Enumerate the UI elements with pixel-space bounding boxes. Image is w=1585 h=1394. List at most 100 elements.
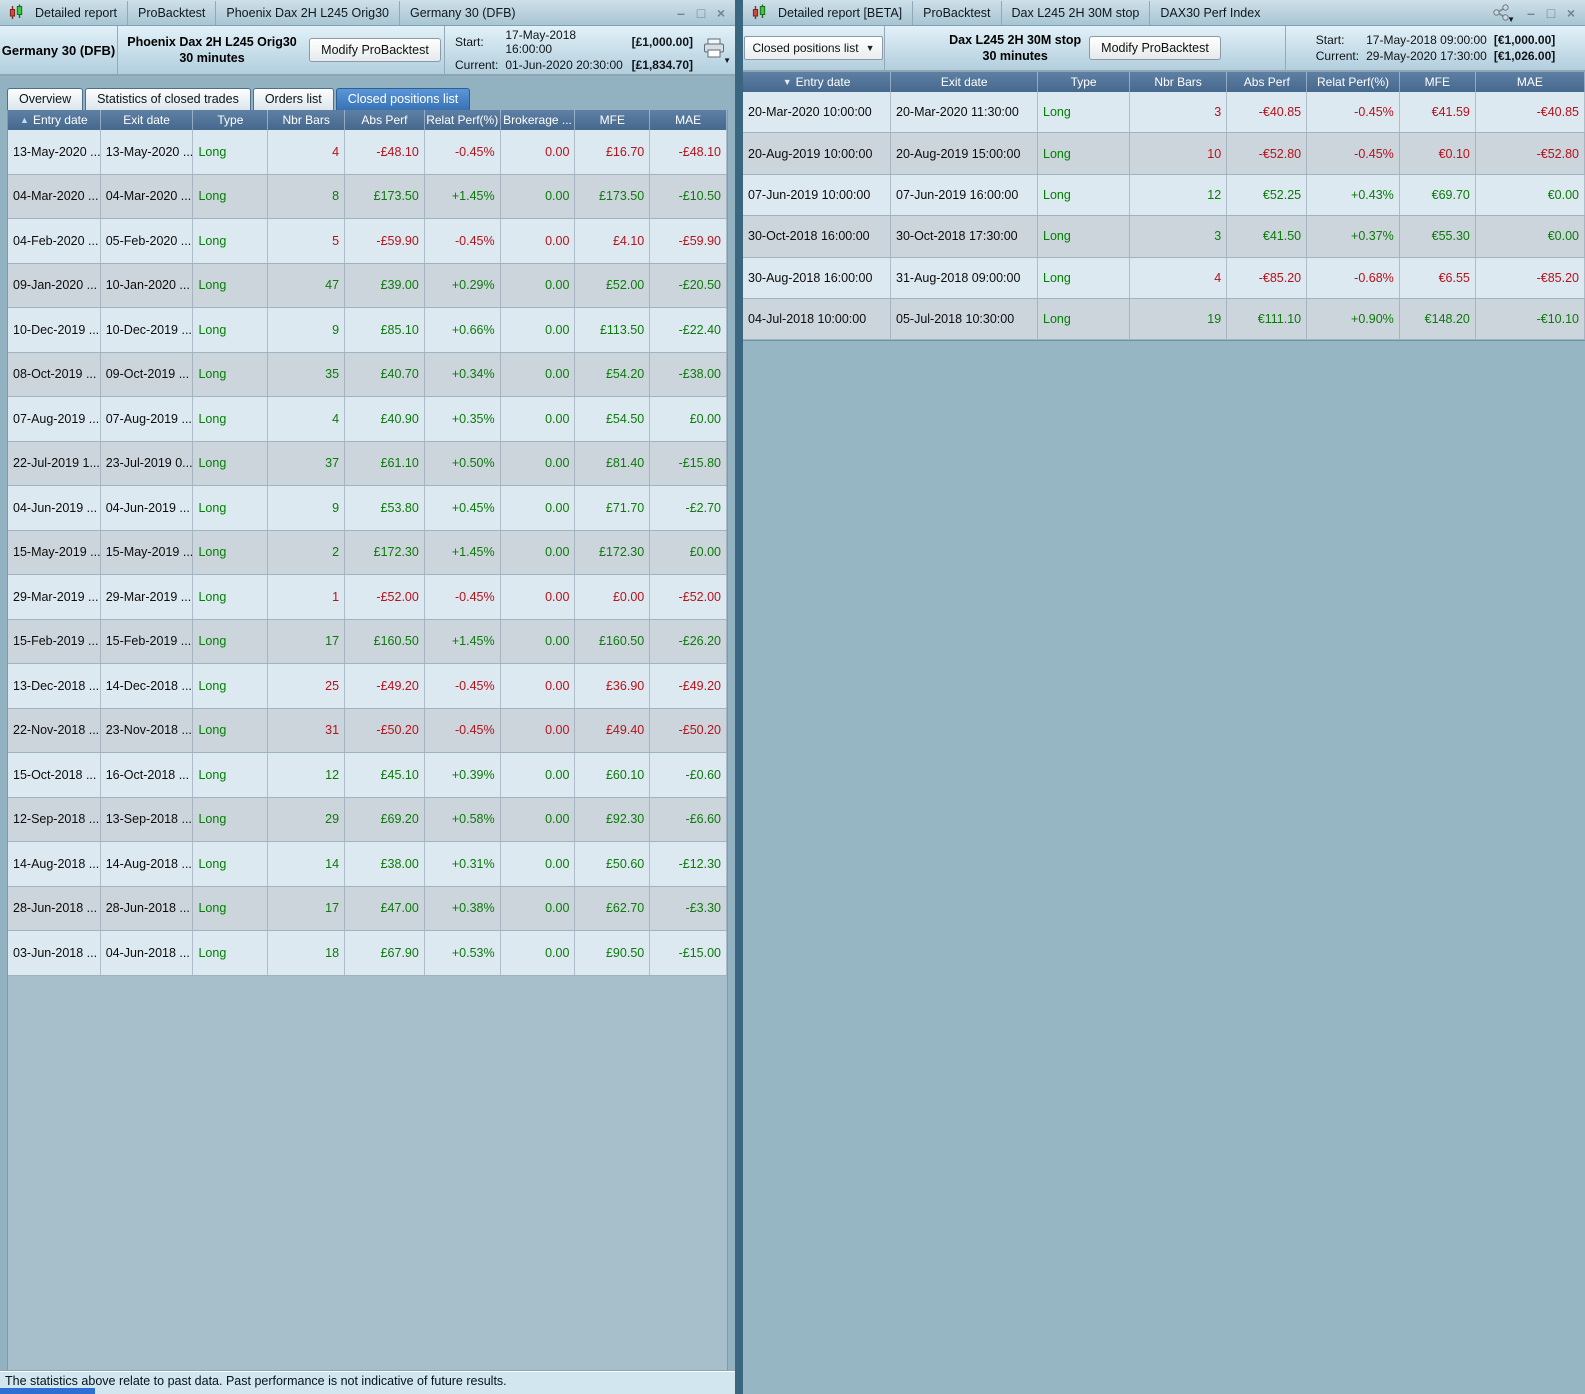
table-row[interactable]: 03-Jun-2018 ... 04-Jun-2018 ... Long 18 £67.… bbox=[8, 931, 727, 976]
column-header-entry-date[interactable]: ▼ Entry date bbox=[743, 72, 892, 92]
column-header-abs-perf[interactable]: Abs Perf bbox=[345, 110, 425, 130]
cell-nbr-bars: 14 bbox=[268, 842, 346, 886]
column-header-mfe[interactable]: MFE bbox=[575, 110, 651, 130]
cell-mfe: £60.10 bbox=[575, 753, 651, 797]
column-header-nbr-bars[interactable]: Nbr Bars bbox=[1130, 72, 1228, 92]
cell-entry-date: 03-Jun-2018 ... bbox=[8, 931, 101, 975]
table-row[interactable]: 07-Aug-2019 ... 07-Aug-2019 ... Long 4 £40.9… bbox=[8, 397, 727, 442]
cell-brokerage: 0.00 bbox=[501, 352, 576, 396]
cell-type: Long bbox=[1038, 257, 1130, 298]
modify-probacktest-button[interactable]: Modify ProBacktest bbox=[309, 38, 441, 62]
cell-mfe: £50.60 bbox=[575, 842, 651, 886]
printer-icon[interactable]: ▼ bbox=[702, 38, 731, 65]
cell-abs-perf: £47.00 bbox=[345, 886, 425, 930]
cell-type: Long bbox=[1038, 298, 1130, 340]
cell-entry-date: 22-Jul-2019 1... bbox=[8, 441, 101, 485]
table-row[interactable]: 04-Feb-2020 ... 05-Feb-2020 ... Long 5 -£59.… bbox=[8, 219, 727, 264]
cell-exit-date: 13-May-2020 ... bbox=[101, 130, 194, 174]
table-row[interactable]: 20-Mar-2020 10:00:00 20-Mar-2020 11:30:00… bbox=[743, 92, 1585, 134]
cell-relat-perf: +1.45% bbox=[425, 619, 501, 663]
cell-mfe: £54.50 bbox=[575, 397, 651, 441]
column-header-mae[interactable]: MAE bbox=[1476, 72, 1585, 92]
cell-relat-perf: -0.68% bbox=[1307, 257, 1400, 298]
table-row[interactable]: 09-Jan-2020 ... 10-Jan-2020 ... Long 47 £39.… bbox=[8, 263, 727, 308]
cell-type: Long bbox=[1038, 216, 1130, 257]
cell-type: Long bbox=[193, 219, 269, 263]
cell-relat-perf: -0.45% bbox=[425, 575, 501, 619]
column-header-brokerage[interactable]: Brokerage ... bbox=[501, 110, 576, 130]
cell-relat-perf: +1.45% bbox=[425, 174, 501, 218]
column-header-exit-date[interactable]: Exit date bbox=[891, 72, 1039, 92]
cell-brokerage: 0.00 bbox=[501, 753, 576, 797]
table-row[interactable]: 15-May-2019 ... 15-May-2019 ... Long 2 £172.… bbox=[8, 530, 727, 575]
table-row[interactable]: 04-Mar-2020 ... 04-Mar-2020 ... Long 8 £173.… bbox=[8, 174, 727, 219]
right-report-header: Closed positions list ▼ Dax L245 2H 30M … bbox=[743, 26, 1585, 72]
start-datetime: 17-May-2018 09:00:00 bbox=[1366, 33, 1487, 47]
column-header-abs-perf[interactable]: Abs Perf bbox=[1227, 72, 1308, 92]
table-row[interactable]: 07-Jun-2019 10:00:00 07-Jun-2019 16:00:00… bbox=[743, 174, 1585, 217]
column-header-relat-perf[interactable]: Relat Perf(%) bbox=[425, 110, 501, 130]
table-row[interactable]: 15-Oct-2018 ... 16-Oct-2018 ... Long 12 £45.… bbox=[8, 753, 727, 798]
cell-brokerage: 0.00 bbox=[501, 619, 576, 663]
table-row[interactable]: 04-Jun-2019 ... 04-Jun-2019 ... Long 9 £53.8… bbox=[8, 486, 727, 531]
table-row[interactable]: 28-Jun-2018 ... 28-Jun-2018 ... Long 17 £47.… bbox=[8, 886, 727, 931]
cell-entry-date: 04-Feb-2020 ... bbox=[8, 219, 101, 263]
table-row[interactable]: 10-Dec-2019 ... 10-Dec-2019 ... Long 9 £85.1… bbox=[8, 308, 727, 353]
close-icon[interactable]: × bbox=[1563, 5, 1579, 21]
column-header-mfe[interactable]: MFE bbox=[1400, 72, 1476, 92]
horizontal-scrollbar-thumb[interactable] bbox=[0, 1388, 95, 1394]
cell-abs-perf: -£52.00 bbox=[345, 575, 425, 619]
table-row[interactable]: 20-Aug-2019 10:00:00 20-Aug-2019 15:00:00… bbox=[743, 133, 1585, 175]
minimize-icon[interactable]: – bbox=[1523, 5, 1539, 21]
table-row[interactable]: 14-Aug-2018 ... 14-Aug-2018 ... Long 14 £38.… bbox=[8, 842, 727, 887]
cell-brokerage: 0.00 bbox=[501, 842, 576, 886]
column-header-nbr-bars[interactable]: Nbr Bars bbox=[268, 110, 346, 130]
table-row[interactable]: 08-Oct-2019 ... 09-Oct-2019 ... Long 35 £40.… bbox=[8, 352, 727, 397]
tab-overview[interactable]: Overview bbox=[7, 88, 84, 110]
table-row[interactable]: 22-Nov-2018 ... 23-Nov-2018 ... Long 31 -£50… bbox=[8, 708, 727, 753]
cell-exit-date: 14-Dec-2018 ... bbox=[101, 664, 194, 708]
maximize-icon[interactable]: □ bbox=[693, 5, 709, 21]
cell-abs-perf: €52.25 bbox=[1227, 174, 1308, 216]
table-row[interactable]: 30-Aug-2018 16:00:00 31-Aug-2018 09:00:00… bbox=[743, 257, 1585, 299]
table-row[interactable]: 30-Oct-2018 16:00:00 30-Oct-2018 17:30:00… bbox=[743, 216, 1585, 258]
cell-relat-perf: -0.45% bbox=[425, 219, 501, 263]
closed-positions-table: ▼ Entry date Exit date Type Nbr Bars Abs Perf… bbox=[743, 72, 1585, 1394]
column-header-mae[interactable]: MAE bbox=[650, 110, 727, 130]
minimize-icon[interactable]: – bbox=[673, 5, 689, 21]
cell-abs-perf: -£50.20 bbox=[345, 708, 425, 752]
cell-mae: -£6.60 bbox=[650, 797, 727, 841]
modify-probacktest-button[interactable]: Modify ProBacktest bbox=[1089, 36, 1221, 60]
table-row[interactable]: 15-Feb-2019 ... 15-Feb-2019 ... Long 17 £160… bbox=[8, 619, 727, 664]
cell-nbr-bars: 18 bbox=[268, 931, 346, 975]
cell-type: Long bbox=[193, 130, 269, 174]
share-icon[interactable]: ▼ bbox=[1492, 4, 1515, 24]
window-controls: – □ × bbox=[673, 5, 729, 21]
table-row[interactable]: 22-Jul-2019 1... 23-Jul-2019 0... Long 37 £6… bbox=[8, 441, 727, 486]
cell-abs-perf: -€40.85 bbox=[1227, 92, 1308, 133]
column-header-relat-perf[interactable]: Relat Perf(%) bbox=[1307, 72, 1400, 92]
view-selector-dropdown[interactable]: Closed positions list ▼ bbox=[743, 36, 884, 60]
column-header-exit-date[interactable]: Exit date bbox=[101, 110, 194, 130]
tab-statistics-of-closed-trades[interactable]: Statistics of closed trades bbox=[85, 88, 251, 110]
cell-exit-date: 04-Jun-2018 ... bbox=[101, 931, 194, 975]
close-icon[interactable]: × bbox=[713, 5, 729, 21]
cell-nbr-bars: 4 bbox=[1130, 257, 1228, 298]
right-titlebar: Detailed report [BETA] ProBacktest Dax L24… bbox=[743, 0, 1585, 26]
column-header-type[interactable]: Type bbox=[193, 110, 269, 130]
table-row[interactable]: 04-Jul-2018 10:00:00 05-Jul-2018 10:30:00… bbox=[743, 298, 1585, 341]
column-header-type[interactable]: Type bbox=[1038, 72, 1130, 92]
maximize-icon[interactable]: □ bbox=[1543, 5, 1559, 21]
tab-orders-list[interactable]: Orders list bbox=[252, 88, 334, 110]
instrument-name: Germany 30 (DFB) bbox=[0, 26, 118, 74]
column-header-entry-date[interactable]: ▲ Entry date bbox=[8, 110, 101, 130]
table-row[interactable]: 29-Mar-2019 ... 29-Mar-2019 ... Long 1 -£52.… bbox=[8, 575, 727, 620]
table-row[interactable]: 12-Sep-2018 ... 13-Sep-2018 ... Long 29 £69.… bbox=[8, 797, 727, 842]
cell-relat-perf: +0.43% bbox=[1307, 174, 1400, 216]
tab-closed-positions-list[interactable]: Closed positions list bbox=[335, 88, 471, 110]
cell-relat-perf: +0.45% bbox=[425, 486, 501, 530]
titlebar-item-probacktest: ProBacktest bbox=[912, 0, 1000, 25]
table-row[interactable]: 13-May-2020 ... 13-May-2020 ... Long 4 -£48.… bbox=[8, 130, 727, 175]
table-body: 20-Mar-2020 10:00:00 20-Mar-2020 11:30:00… bbox=[743, 92, 1585, 341]
table-row[interactable]: 13-Dec-2018 ... 14-Dec-2018 ... Long 25 -£49… bbox=[8, 664, 727, 709]
